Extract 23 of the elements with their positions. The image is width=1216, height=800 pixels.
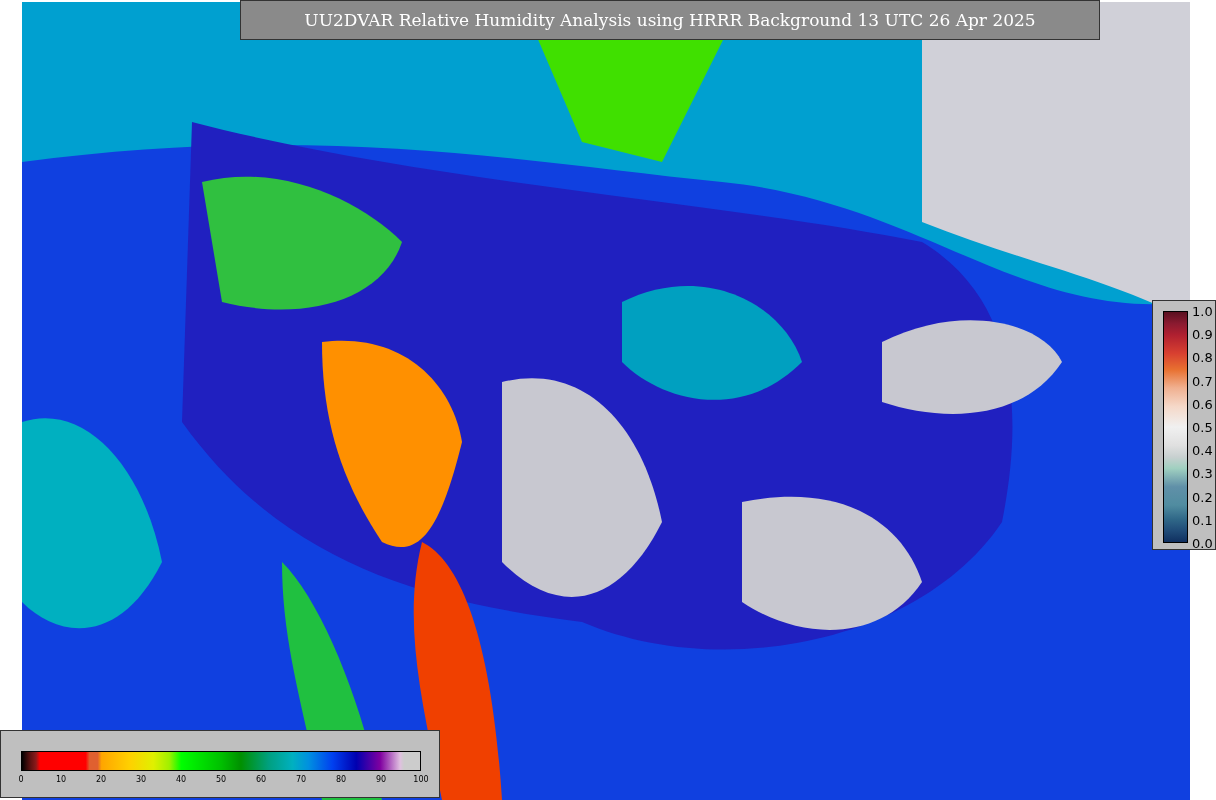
tick-label: 0.8 — [1192, 349, 1213, 365]
tick-label: 20 — [95, 775, 107, 784]
tick-label: 50 — [215, 775, 227, 784]
tick-label: 10 — [55, 775, 67, 784]
chart-title: UU2DVAR Relative Humidity Analysis using HRRR Background 13 UTC 26 Apr 2025 — [240, 0, 1100, 40]
tick-label: 0.9 — [1192, 326, 1213, 342]
tick-label: 60 — [255, 775, 267, 784]
tick-label: 80 — [335, 775, 347, 784]
tick-label: 0.5 — [1192, 419, 1213, 435]
tick-label: 0.6 — [1192, 396, 1213, 412]
tick-label: 0.2 — [1192, 489, 1213, 505]
tick-label: 40 — [175, 775, 187, 784]
tick-label: 0.3 — [1192, 465, 1213, 481]
tick-label: 0 — [18, 775, 24, 784]
tick-label: 0.1 — [1192, 512, 1213, 528]
tick-label: 0.4 — [1192, 442, 1213, 458]
tick-label: 0.7 — [1192, 373, 1213, 389]
tick-label: 0.0 — [1192, 535, 1213, 551]
tick-label: 100 — [413, 775, 429, 784]
tick-label: 90 — [375, 775, 387, 784]
tick-label: 1.0 — [1192, 303, 1213, 319]
tick-label: 30 — [135, 775, 147, 784]
tick-label: 70 — [295, 775, 307, 784]
